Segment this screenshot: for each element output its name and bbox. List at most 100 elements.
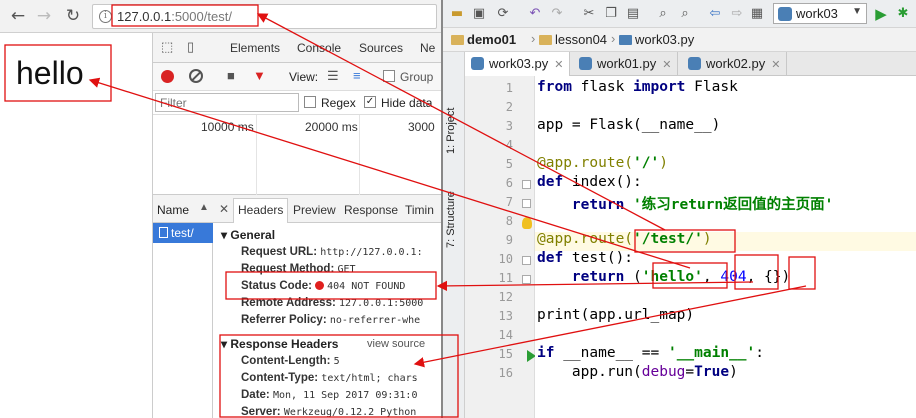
project-tool-tab[interactable]: 1: Project (445, 108, 457, 154)
filter-bar: Regex ✓ Hide data (153, 91, 441, 115)
line-number: 1 (505, 81, 513, 95)
code-token: ) (659, 155, 668, 171)
inspect-icon[interactable]: ⬚ (161, 40, 175, 54)
cut-icon[interactable]: ✂ (581, 6, 597, 22)
network-toolbar: ■ ▼ View: ☰ ≡ Group (153, 63, 441, 91)
tab-elements[interactable]: Elements (230, 41, 280, 55)
code-token: : (755, 345, 765, 361)
info-icon[interactable]: i (99, 10, 112, 23)
close-icon[interactable]: ✕ (554, 59, 563, 71)
debug-icon[interactable]: ✱ (895, 6, 911, 22)
code-token: '/' (633, 155, 660, 171)
waterfall-view-icon[interactable]: ≡ (353, 69, 367, 83)
code-line: if __name__ == '__main__': (537, 345, 764, 361)
device-toolbar-icon[interactable]: ▯ (187, 40, 201, 54)
tab-timing[interactable]: Timin (405, 203, 434, 217)
tab-preview[interactable]: Preview (293, 203, 336, 217)
fold-icon[interactable] (522, 199, 531, 208)
header-key: Request Method: (241, 263, 335, 275)
open-folder-icon[interactable]: ▬ (449, 6, 465, 22)
fold-icon[interactable] (522, 275, 531, 284)
save-icon[interactable]: ▣ (471, 6, 487, 22)
code-token: ( (624, 269, 642, 285)
sort-up-icon[interactable]: ▲ (199, 202, 209, 213)
tab-console[interactable]: Console (297, 41, 341, 55)
build-icon[interactable]: ▦ (749, 6, 765, 22)
name-column-header[interactable]: Name (157, 203, 189, 217)
python-file-icon (688, 57, 701, 70)
line-number: 14 (498, 328, 513, 342)
clear-icon[interactable] (189, 69, 203, 83)
code-line: @app.route('/test/') (537, 231, 712, 247)
tab-sources[interactable]: Sources (359, 41, 403, 55)
lightbulb-icon[interactable] (522, 217, 532, 229)
close-icon[interactable]: ✕ (771, 59, 780, 71)
close-icon[interactable]: ✕ (662, 59, 671, 71)
filter-input[interactable] (155, 93, 299, 112)
paste-icon[interactable]: ▤ (625, 6, 641, 22)
run-config-select[interactable]: work03 ▼ (773, 3, 867, 24)
python-file-icon (619, 35, 632, 45)
back-arrow-icon[interactable]: ← (8, 6, 28, 26)
url-text[interactable]: 127.0.0.1:5000/test/ (117, 9, 232, 24)
regex-checkbox[interactable] (304, 96, 316, 108)
back-icon[interactable]: ⇦ (707, 6, 723, 22)
triangle-down-icon: ▾ (221, 228, 231, 242)
reload-icon[interactable]: ↻ (63, 6, 83, 26)
copy-icon[interactable]: ❐ (603, 6, 619, 22)
header-value: GET (337, 264, 356, 275)
record-icon[interactable] (161, 70, 174, 83)
request-row[interactable]: test/ (153, 223, 213, 243)
timeline-mark: 20000 ms (305, 120, 358, 134)
address-bar[interactable]: i 127.0.0.1:5000/test/ (92, 4, 437, 29)
fold-icon[interactable] (522, 256, 531, 265)
filter-icon[interactable]: ▼ (253, 69, 267, 83)
header-key: Server: (241, 406, 281, 418)
breadcrumb-project[interactable]: demo01 (451, 32, 516, 47)
status-code-value: 404 NOT FOUND (327, 281, 406, 292)
forward-arrow-icon[interactable]: → (34, 6, 54, 26)
group-label: Group (400, 70, 434, 84)
general-section-header[interactable]: ▾ General (221, 228, 275, 242)
tab-work01[interactable]: work01.py ✕ (573, 52, 679, 76)
close-icon[interactable]: ✕ (219, 202, 229, 216)
capture-screenshots-icon[interactable]: ■ (227, 69, 241, 83)
devtools-tabbar: ⬚ ▯ Elements Console Sources Ne (153, 33, 441, 63)
page-body-text: hello (16, 55, 84, 91)
replace-icon[interactable]: ⌕ (677, 6, 693, 22)
header-row: Remote Address: 127.0.0.1:5000 (241, 297, 423, 309)
line-number: 10 (498, 252, 513, 266)
hide-data-checkbox[interactable]: ✓ (364, 96, 376, 108)
forward-icon[interactable]: ⇨ (729, 6, 745, 22)
tab-response[interactable]: Response (344, 203, 398, 217)
code-token: test(): (563, 250, 634, 266)
redo-icon[interactable]: ↷ (549, 6, 565, 22)
code-token: import (633, 79, 686, 95)
sync-icon[interactable]: ⟳ (495, 6, 511, 22)
code-editor[interactable]: from flask import Flask app = Flask(__na… (535, 76, 916, 418)
undo-icon[interactable]: ↶ (527, 6, 543, 22)
code-line: def test(): (537, 250, 633, 266)
list-view-icon[interactable]: ☰ (327, 69, 341, 83)
breadcrumb-folder[interactable]: lesson04 (539, 32, 607, 47)
code-token: '/test/' (633, 231, 703, 247)
breadcrumb-file[interactable]: work03.py (619, 32, 694, 47)
tab-network[interactable]: Ne (420, 41, 435, 55)
view-label: View: (289, 70, 319, 84)
tab-work02[interactable]: work02.py ✕ (682, 52, 788, 76)
network-timeline[interactable]: 10000 ms 20000 ms 3000 (153, 115, 441, 195)
group-checkbox[interactable] (383, 70, 395, 82)
response-headers-section-header[interactable]: ▾ Response Headers (221, 337, 338, 351)
tab-work03[interactable]: work03.py ✕ (465, 52, 571, 76)
code-token: '练习return返回值的主页面' (624, 197, 834, 213)
structure-tool-tab[interactable]: 7: Structure (445, 191, 457, 248)
code-token: debug (641, 364, 686, 380)
view-source-link[interactable]: view source (367, 338, 425, 350)
tab-headers[interactable]: Headers (233, 198, 289, 223)
run-icon[interactable]: ▶ (873, 6, 889, 22)
request-name: test/ (171, 226, 194, 240)
find-icon[interactable]: ⌕ (655, 6, 671, 22)
url-host: 127.0.0.1 (117, 9, 172, 24)
fold-icon[interactable] (522, 180, 531, 189)
line-number-gutter[interactable]: 1 2 3 4 5 6 7 8 9 10 11 12 13 14 15 16 (465, 76, 536, 418)
